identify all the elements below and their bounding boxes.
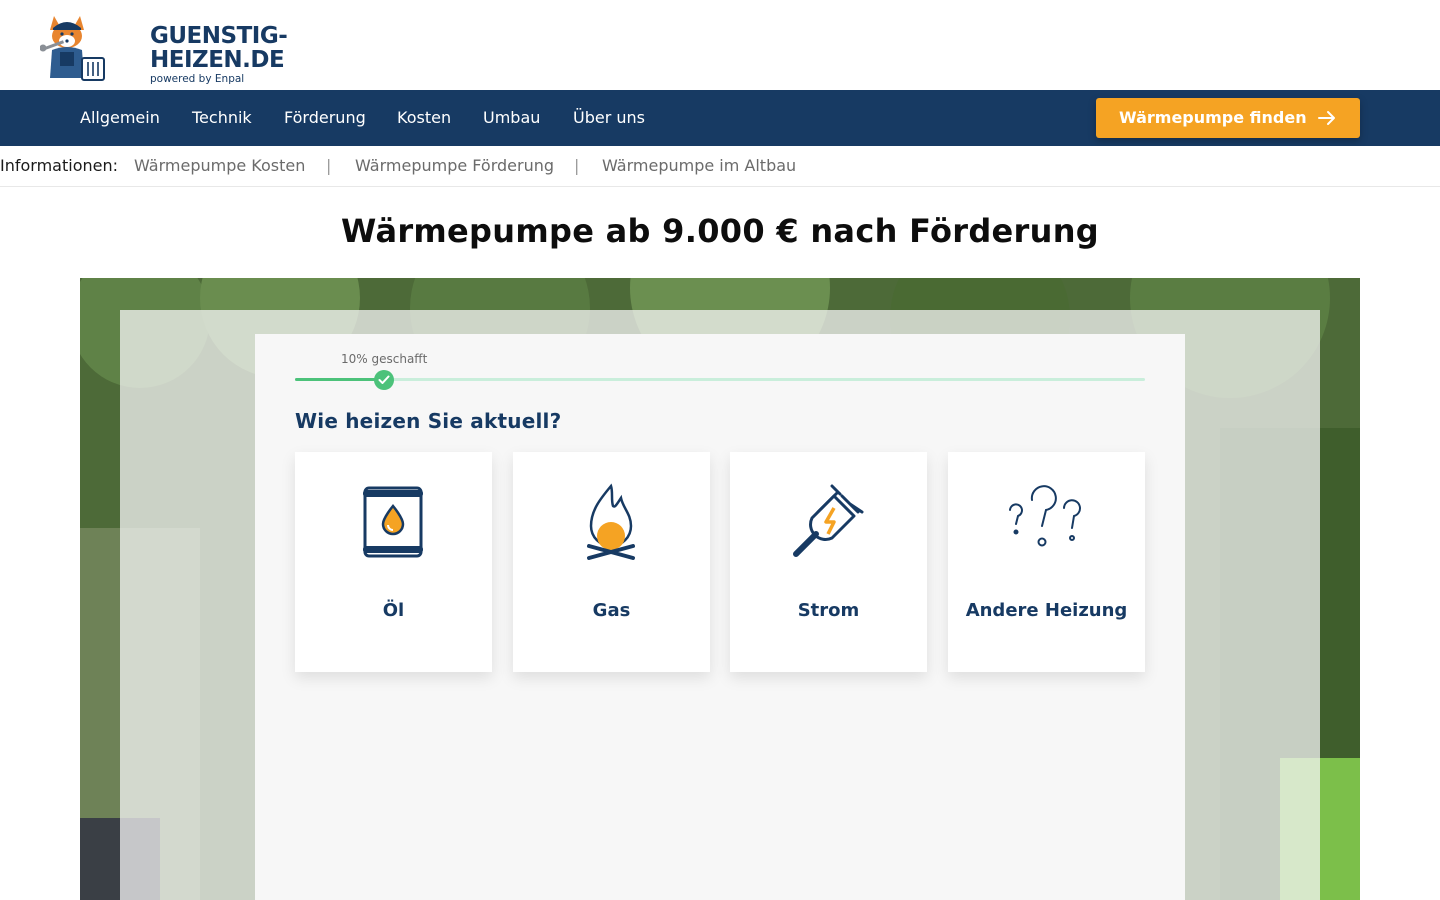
option-andere-heizung[interactable]: Andere Heizung (948, 452, 1145, 672)
page-title: Wärmepumpe ab 9.000 € nach Förderung (340, 212, 1100, 250)
progress-fill (295, 378, 380, 381)
fox-mascot-icon (40, 16, 105, 81)
logo-line-1: GUENSTIG- (150, 23, 288, 49)
option-gas[interactable]: Gas (513, 452, 710, 672)
cta-label: Wärmepumpe finden (1119, 108, 1307, 127)
nav-item-allgemein[interactable]: Allgemein (80, 90, 160, 146)
oil-barrel-icon (363, 486, 423, 558)
option-strom[interactable]: Strom (730, 452, 927, 672)
gas-flame-icon (587, 483, 635, 560)
nav-item-ueber-uns[interactable]: Über uns (573, 90, 645, 146)
option-label: Strom (797, 600, 860, 621)
nav-item-technik[interactable]: Technik (192, 90, 252, 146)
nav-item-umbau[interactable]: Umbau (483, 90, 540, 146)
option-oel[interactable]: Öl (295, 452, 492, 672)
site-logo[interactable]: GUENSTIG- HEIZEN.DE powered by Enpal (40, 8, 288, 85)
info-label: Informationen: (0, 156, 118, 175)
info-separator: | (574, 156, 580, 175)
electric-plug-icon (793, 484, 864, 557)
check-icon (378, 375, 390, 384)
question-marks-icon (1009, 485, 1081, 547)
info-link-altbau[interactable]: Wärmepumpe im Altbau (602, 146, 796, 186)
logo-subline: powered by Enpal (150, 73, 245, 85)
progress-track (295, 378, 1145, 381)
info-separator: | (326, 156, 332, 175)
info-links-bar: Informationen: Wärmepumpe Kosten | Wärme… (0, 146, 1440, 187)
arrow-right-icon (1318, 111, 1335, 125)
logo-wordmark: GUENSTIG- HEIZEN.DE powered by Enpal (150, 23, 288, 85)
progress-knob (374, 370, 394, 390)
main-nav: Allgemein Technik Förderung Kosten Umbau… (0, 90, 1440, 146)
site-header: GUENSTIG- HEIZEN.DE powered by Enpal (0, 0, 1440, 90)
info-link-kosten[interactable]: Wärmepumpe Kosten (134, 146, 305, 186)
info-link-foerderung[interactable]: Wärmepumpe Förderung (355, 146, 554, 186)
find-heat-pump-button[interactable]: Wärmepumpe finden (1096, 98, 1360, 138)
logo-line-2: HEIZEN.DE (150, 47, 285, 73)
option-label: Andere Heizung (965, 600, 1128, 621)
option-label: Gas (592, 600, 631, 621)
nav-item-foerderung[interactable]: Förderung (284, 90, 366, 146)
progress-label: 10% geschafft (341, 352, 428, 366)
quiz-question: Wie heizen Sie aktuell? (295, 409, 562, 433)
nav-item-kosten[interactable]: Kosten (397, 90, 451, 146)
option-label: Öl (382, 600, 405, 621)
